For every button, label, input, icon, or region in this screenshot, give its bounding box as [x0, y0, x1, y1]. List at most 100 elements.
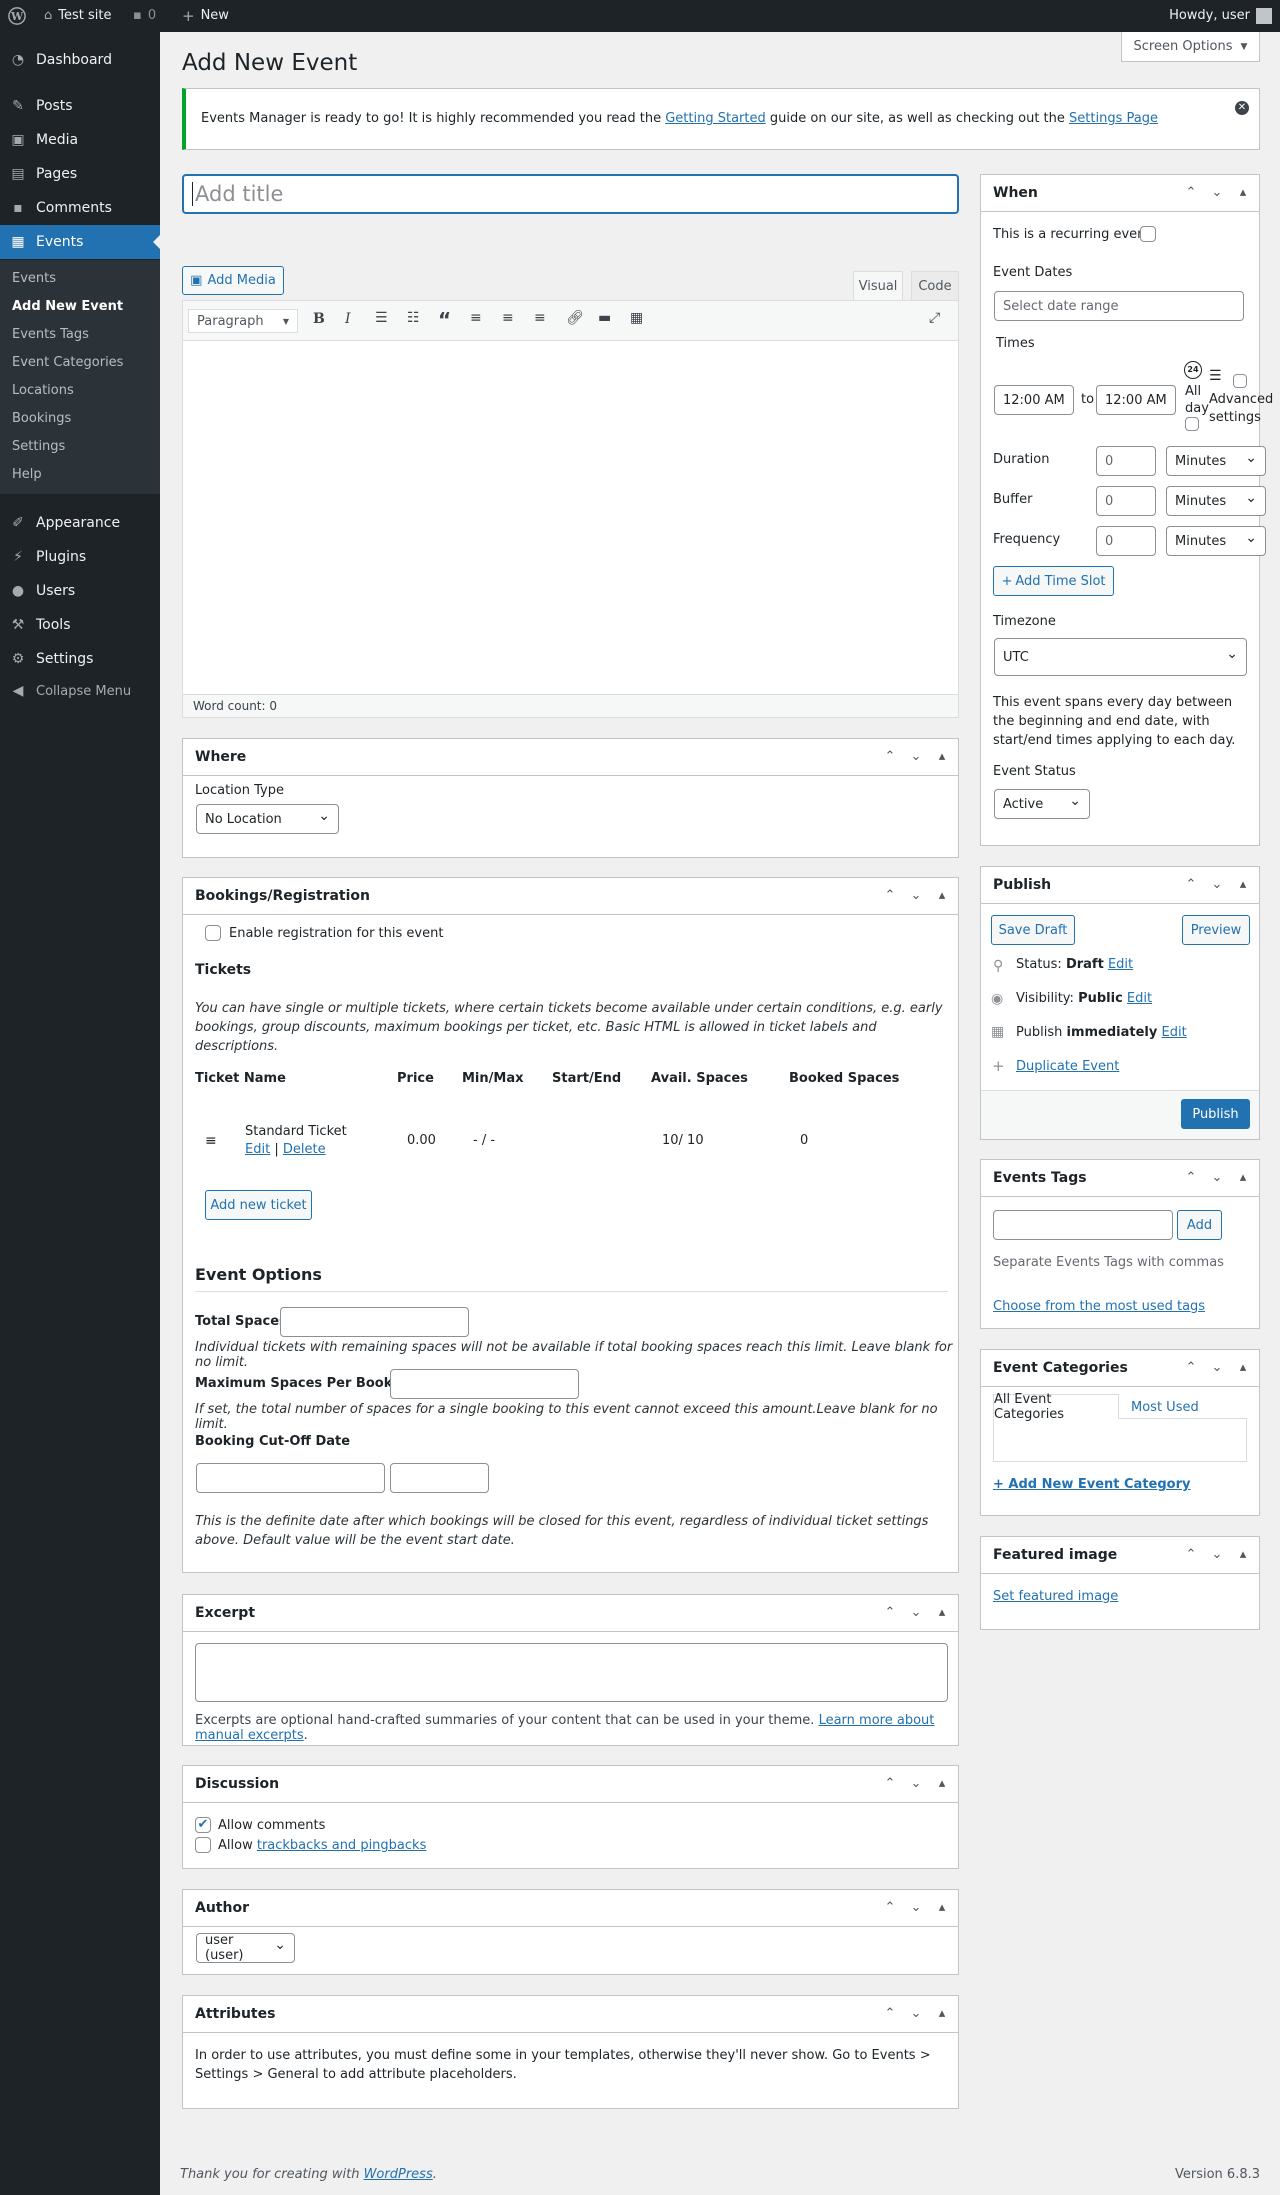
cutoff-date-input[interactable] — [196, 1463, 385, 1493]
site-name-link[interactable]: ⌂ Test site — [44, 0, 111, 32]
menu-events[interactable]: ▦ Events — [0, 225, 160, 259]
save-draft-button[interactable]: Save Draft — [991, 915, 1075, 945]
add-time-slot-button[interactable]: + Add Time Slot — [993, 566, 1114, 596]
move-down-icon[interactable]: ⌄ — [1209, 185, 1225, 200]
add-tag-button[interactable]: Add — [1177, 1210, 1222, 1240]
ticket-delete-link[interactable]: Delete — [283, 1142, 326, 1157]
buffer-unit-select[interactable]: Minutes — [1166, 486, 1266, 516]
toggle-icon[interactable]: ▴ — [1235, 185, 1251, 200]
menu-plugins[interactable]: ⚡ Plugins — [0, 540, 160, 574]
submenu-locations[interactable]: Locations — [12, 383, 74, 398]
wordpress-logo-icon[interactable]: W — [8, 0, 26, 32]
add-media-button[interactable]: ▣ Add Media — [182, 266, 284, 295]
italic-icon[interactable]: I — [345, 311, 351, 327]
menu-comments[interactable]: ▪ Comments — [0, 191, 160, 225]
menu-users[interactable]: ● Users — [0, 574, 160, 608]
submenu-events-tags[interactable]: Events Tags — [12, 327, 89, 342]
publish-button[interactable]: Publish — [1181, 1099, 1250, 1129]
move-down-icon[interactable]: ⌄ — [908, 1605, 924, 1620]
format-select[interactable]: Paragraph ▼ — [188, 309, 298, 333]
toggle-icon[interactable]: ▴ — [934, 888, 950, 903]
numbered-list-icon[interactable]: ☷ — [407, 310, 420, 326]
submenu-add-new-event[interactable]: Add New Event — [12, 299, 123, 314]
tab-visual[interactable]: Visual — [853, 271, 903, 301]
preview-button[interactable]: Preview — [1182, 915, 1250, 945]
toggle-icon[interactable]: ▴ — [934, 1900, 950, 1915]
choose-most-used-tags-link[interactable]: Choose from the most used tags — [993, 1299, 1205, 1314]
toggle-icon[interactable]: ▴ — [934, 1776, 950, 1791]
advanced-settings-checkbox[interactable] — [1233, 374, 1247, 388]
add-new-ticket-button[interactable]: Add new ticket — [205, 1190, 312, 1220]
author-select[interactable]: user (user) — [196, 1933, 295, 1963]
move-down-icon[interactable]: ⌄ — [908, 888, 924, 903]
move-down-icon[interactable]: ⌄ — [1209, 1170, 1225, 1185]
toggle-icon[interactable]: ▴ — [934, 1605, 950, 1620]
new-content-link[interactable]: + New — [182, 0, 229, 32]
move-down-icon[interactable]: ⌄ — [1209, 1360, 1225, 1375]
move-up-icon[interactable]: ⌃ — [882, 1900, 898, 1915]
end-time-input[interactable]: 12:00 AM — [1096, 385, 1176, 415]
tab-code[interactable]: Code — [911, 271, 959, 301]
all-day-checkbox[interactable] — [1185, 417, 1199, 431]
cutoff-time-input[interactable] — [390, 1463, 489, 1493]
move-down-icon[interactable]: ⌄ — [908, 1776, 924, 1791]
set-featured-image-link[interactable]: Set featured image — [993, 1589, 1118, 1604]
link-icon[interactable]: 🔗︎ — [566, 310, 584, 326]
menu-tools[interactable]: ⚒ Tools — [0, 608, 160, 642]
align-center-icon[interactable]: ≡ — [502, 310, 514, 326]
submenu-help[interactable]: Help — [12, 467, 42, 482]
start-time-input[interactable]: 12:00 AM — [994, 385, 1074, 415]
tab-most-used[interactable]: Most Used — [1131, 1400, 1199, 1415]
submenu-events[interactable]: Events — [12, 271, 56, 286]
menu-pages[interactable]: ▤ Pages — [0, 157, 160, 191]
bold-icon[interactable]: B — [313, 311, 325, 327]
timezone-select[interactable]: UTC — [994, 638, 1247, 676]
move-up-icon[interactable]: ⌃ — [882, 749, 898, 764]
event-status-select[interactable]: Active — [994, 789, 1090, 819]
menu-settings[interactable]: ⚙ Settings — [0, 642, 160, 676]
toggle-icon[interactable]: ▴ — [934, 749, 950, 764]
move-up-icon[interactable]: ⌃ — [882, 888, 898, 903]
move-down-icon[interactable]: ⌄ — [1209, 877, 1225, 892]
move-up-icon[interactable]: ⌃ — [882, 1605, 898, 1620]
dismiss-icon[interactable]: ✕ — [1235, 101, 1249, 115]
allow-comments-checkbox[interactable]: ✔ — [195, 1817, 211, 1833]
move-down-icon[interactable]: ⌄ — [908, 749, 924, 764]
bullet-list-icon[interactable]: ☰ — [375, 310, 388, 326]
submenu-bookings[interactable]: Bookings — [12, 411, 71, 426]
toggle-icon[interactable]: ▴ — [1235, 1170, 1251, 1185]
drag-handle-icon[interactable]: ≡ — [205, 1133, 217, 1149]
read-more-icon[interactable]: ▬ — [598, 310, 611, 326]
move-up-icon[interactable]: ⌃ — [1183, 1170, 1199, 1185]
total-spaces-input[interactable] — [280, 1307, 469, 1337]
move-down-icon[interactable]: ⌄ — [908, 1900, 924, 1915]
blockquote-icon[interactable]: “ — [438, 308, 451, 332]
move-down-icon[interactable]: ⌄ — [908, 2006, 924, 2021]
my-account-link[interactable]: Howdy, user — [1169, 0, 1272, 32]
excerpt-textarea[interactable] — [195, 1643, 948, 1702]
settings-page-link[interactable]: Settings Page — [1069, 111, 1158, 126]
move-up-icon[interactable]: ⌃ — [1183, 877, 1199, 892]
menu-media[interactable]: ▣ Media — [0, 123, 160, 157]
duration-input[interactable]: 0 — [1096, 446, 1156, 476]
move-up-icon[interactable]: ⌃ — [882, 1776, 898, 1791]
ticket-edit-link[interactable]: Edit — [245, 1142, 270, 1157]
title-input[interactable]: Add title — [182, 174, 959, 214]
enable-registration-checkbox[interactable] — [205, 925, 221, 941]
trackbacks-link[interactable]: trackbacks and pingbacks — [257, 1838, 427, 1853]
move-up-icon[interactable]: ⌃ — [1183, 1547, 1199, 1562]
add-new-event-category-link[interactable]: + Add New Event Category — [993, 1477, 1190, 1492]
toolbar-toggle-icon[interactable]: ▦ — [630, 310, 643, 326]
buffer-input[interactable]: 0 — [1096, 486, 1156, 516]
toggle-icon[interactable]: ▴ — [1235, 1360, 1251, 1375]
edit-status-link[interactable]: Edit — [1108, 957, 1133, 972]
duration-unit-select[interactable]: Minutes — [1166, 446, 1266, 476]
move-up-icon[interactable]: ⌃ — [1183, 1360, 1199, 1375]
frequency-unit-select[interactable]: Minutes — [1166, 526, 1266, 556]
getting-started-link[interactable]: Getting Started — [665, 111, 766, 126]
tag-input[interactable] — [993, 1210, 1173, 1240]
screen-options-button[interactable]: Screen Options ▼ — [1121, 32, 1260, 62]
menu-appearance[interactable]: ✐ Appearance — [0, 506, 160, 540]
date-range-input[interactable]: Select date range — [994, 291, 1244, 321]
align-left-icon[interactable]: ≡ — [470, 310, 482, 326]
